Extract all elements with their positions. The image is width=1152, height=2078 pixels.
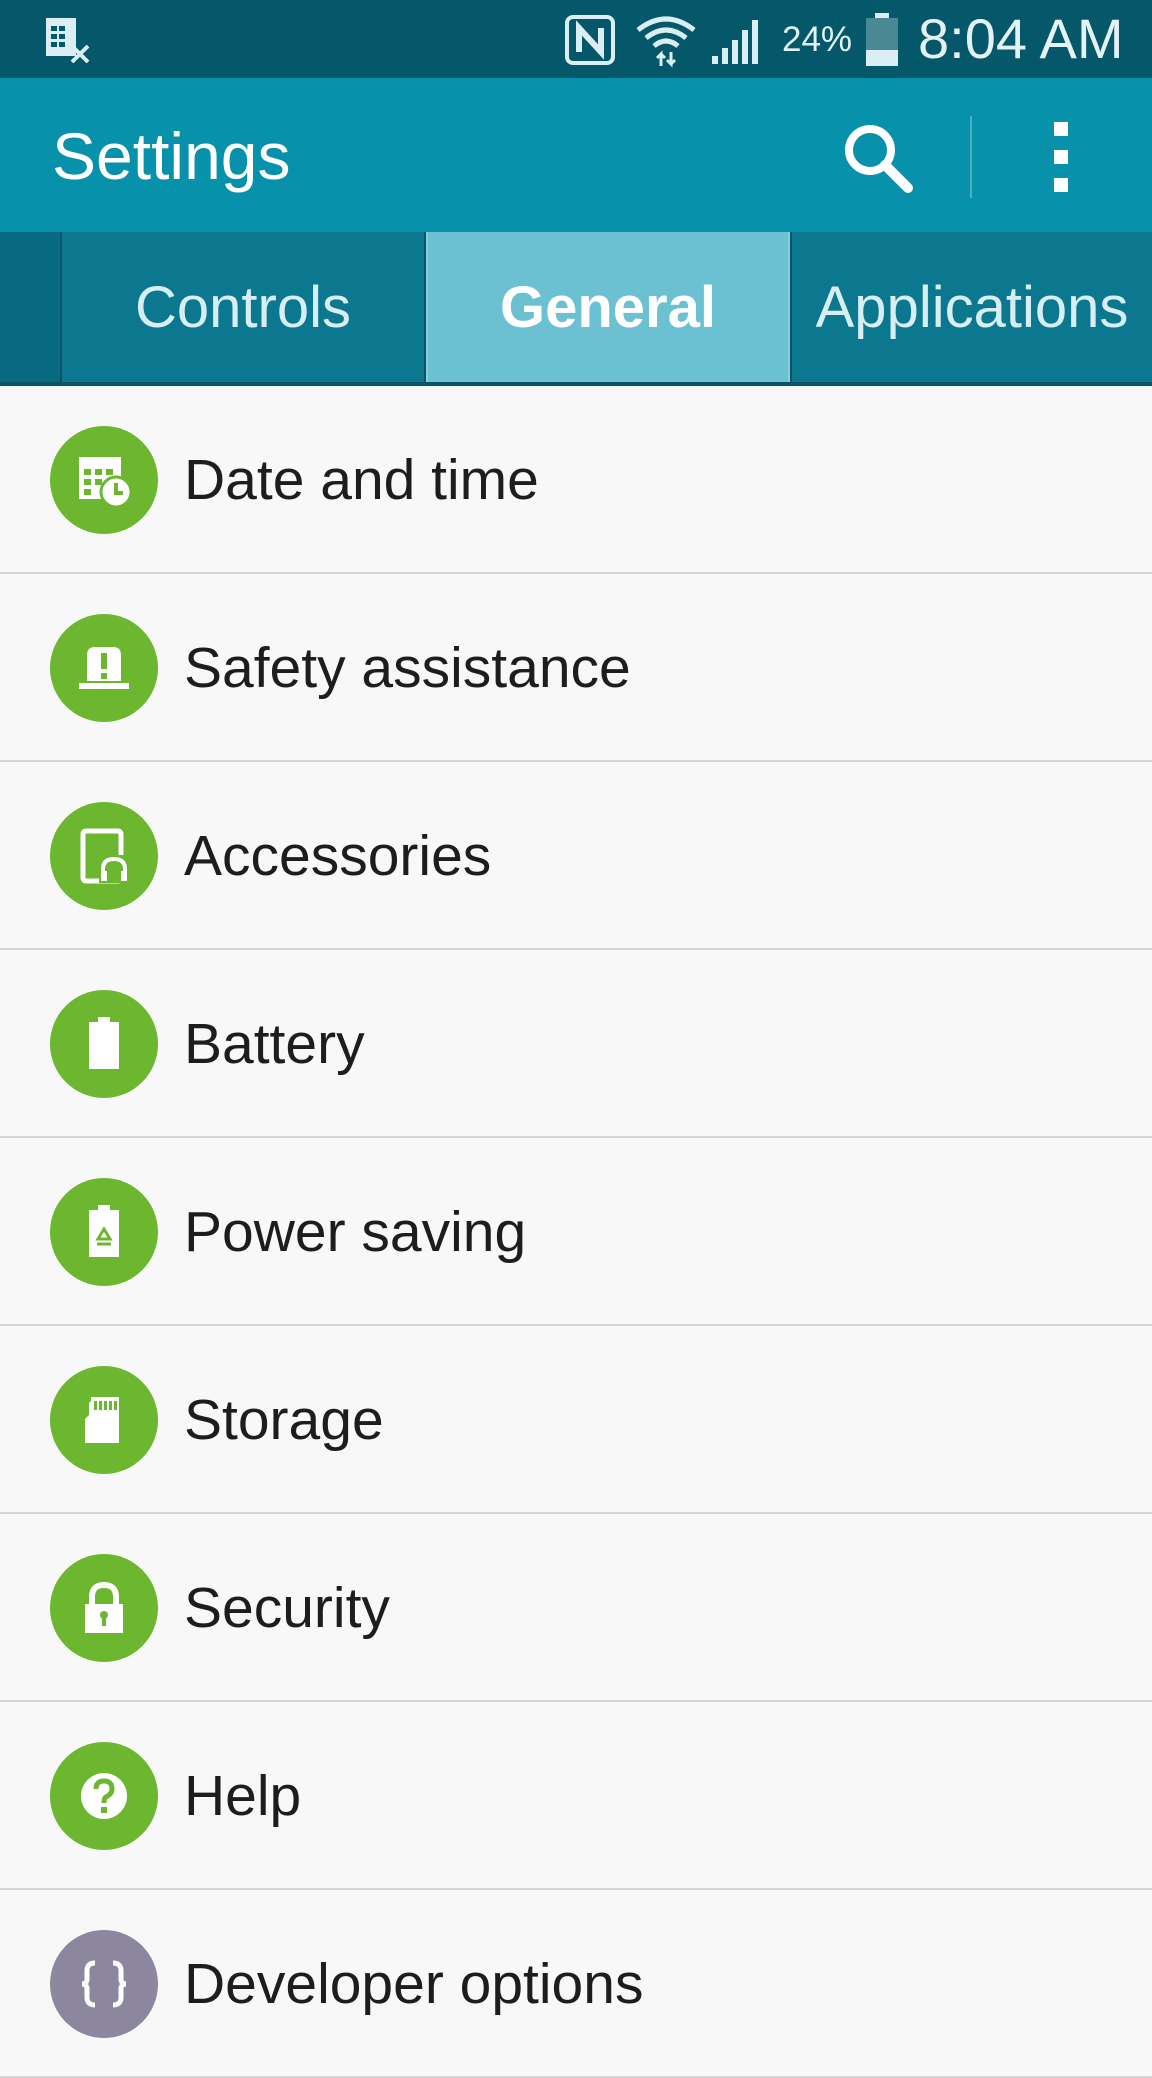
list-item-power-saving[interactable]: Power saving <box>0 1138 1152 1326</box>
alarm-light-icon <box>50 614 158 722</box>
action-bar: Settings <box>0 78 1152 232</box>
signal-icon <box>712 20 758 64</box>
page-title: Settings <box>52 119 291 193</box>
search-icon <box>845 125 913 193</box>
list-item-label: Accessories <box>184 824 492 888</box>
accessories-icon <box>50 802 158 910</box>
clock: 8:04 AM <box>918 7 1124 70</box>
calendar-clock-icon <box>50 426 158 534</box>
list-item-label: Storage <box>184 1388 384 1452</box>
sd-card-icon <box>50 1366 158 1474</box>
list-item-label: Safety assistance <box>184 636 631 700</box>
overflow-menu-button[interactable] <box>1016 112 1106 202</box>
nfc-icon <box>565 15 615 65</box>
list-item-label: Security <box>184 1576 390 1640</box>
tab-controls[interactable]: Controls <box>62 232 426 382</box>
list-item-storage[interactable]: Storage <box>0 1326 1152 1514</box>
overflow-menu-icon <box>1054 122 1068 192</box>
list-item-label: Battery <box>184 1012 365 1076</box>
tab-applications[interactable]: Applications <box>790 232 1152 382</box>
list-item-battery[interactable]: Battery <box>0 950 1152 1138</box>
tab-bar-edge <box>0 232 62 382</box>
action-bar-divider <box>970 116 972 198</box>
power-saving-icon <box>50 1178 158 1286</box>
help-icon <box>50 1742 158 1850</box>
status-bar: 24% 8:04 AM <box>0 0 1152 78</box>
tab-bar: Controls General Applications <box>0 232 1152 386</box>
list-item-safety-assistance[interactable]: Safety assistance <box>0 574 1152 762</box>
search-button[interactable] <box>832 112 922 202</box>
list-item-label: Power saving <box>184 1200 527 1264</box>
wifi-icon <box>636 16 696 68</box>
tab-general[interactable]: General <box>426 232 790 382</box>
list-item-label: Date and time <box>184 448 539 512</box>
list-item-label: Developer options <box>184 1952 644 2016</box>
battery-icon <box>866 13 898 66</box>
list-item-label: Help <box>184 1764 302 1828</box>
list-item-help[interactable]: Help <box>0 1702 1152 1890</box>
braces-icon <box>50 1930 158 2038</box>
list-item-security[interactable]: Security <box>0 1514 1152 1702</box>
list-item-accessories[interactable]: Accessories <box>0 762 1152 950</box>
list-item-date-and-time[interactable]: Date and time <box>0 386 1152 574</box>
battery-percentage: 24% <box>782 20 853 59</box>
lock-icon <box>50 1554 158 1662</box>
list-item-developer-options[interactable]: Developer options <box>0 1890 1152 2078</box>
sim-manager-icon <box>46 18 90 64</box>
battery-icon <box>50 990 158 1098</box>
